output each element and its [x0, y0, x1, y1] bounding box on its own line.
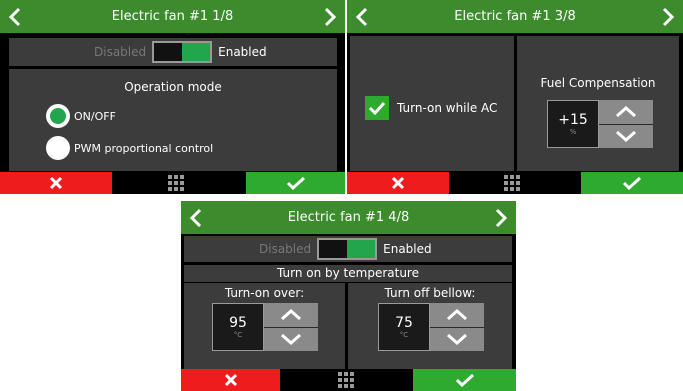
chevron-down-icon [281, 334, 301, 346]
radio-on-off[interactable]: ON/OFF [46, 104, 116, 128]
cancel-button[interactable] [347, 172, 449, 194]
cancel-button[interactable] [181, 369, 280, 391]
footer-bar [347, 172, 683, 194]
toggle-knob [182, 43, 211, 61]
confirm-button[interactable] [246, 172, 345, 194]
radio-button[interactable] [46, 104, 70, 128]
radio-label: PWM proportional control [74, 141, 214, 155]
page-title: Electric fan #1 3/8 [454, 9, 576, 24]
turn-on-stepper: 95 °C [212, 303, 318, 351]
chevron-up-icon [616, 105, 636, 117]
close-icon [224, 373, 237, 387]
grid-menu-icon[interactable] [168, 175, 186, 191]
radio-button[interactable] [46, 136, 70, 160]
chevron-up-icon [447, 308, 467, 320]
checkmark-icon [368, 101, 386, 115]
increment-button[interactable] [264, 303, 318, 328]
radio-selected-dot [50, 108, 66, 124]
fuel-compensation-value: +15 % [547, 100, 599, 148]
turn-on-while-ac-row[interactable]: Turn-on while AC [365, 96, 497, 120]
cancel-button[interactable] [0, 172, 112, 194]
operation-mode-panel: Operation mode ON/OFF PWM proportional c… [9, 69, 337, 171]
stepper-arrows [599, 100, 653, 148]
screen-temperature: Electric fan #1 4/8 Disabled Enabled Tur… [181, 201, 516, 391]
enable-toggle-row: Disabled Enabled [259, 238, 432, 260]
confirm-button[interactable] [581, 172, 683, 194]
grid-menu-icon[interactable] [504, 175, 522, 191]
chevron-right-icon[interactable] [661, 7, 675, 27]
turn-off-label: Turn off bellow: [384, 286, 476, 300]
section-title: Operation mode [124, 80, 222, 94]
enable-toggle[interactable] [152, 41, 213, 63]
enable-panel: Disabled Enabled [184, 236, 512, 262]
decrement-button[interactable] [264, 327, 318, 351]
chevron-right-icon[interactable] [323, 7, 337, 27]
turn-on-label: Turn-on over: [224, 286, 305, 300]
turn-off-stepper: 75 °C [378, 303, 484, 351]
chevron-right-icon[interactable] [494, 208, 508, 228]
chevron-left-icon[interactable] [355, 7, 369, 27]
header: Electric fan #1 1/8 [0, 0, 345, 33]
header: Electric fan #1 4/8 [181, 201, 516, 234]
checkmark-icon [455, 373, 474, 387]
footer-bar [181, 369, 516, 391]
chevron-down-icon [447, 334, 467, 346]
fuel-compensation-stepper: +15 % [547, 100, 653, 148]
screen-operation-mode: Electric fan #1 1/8 Disabled Enabled Ope… [0, 0, 345, 194]
grid-menu-icon[interactable] [338, 372, 356, 388]
decrement-button[interactable] [599, 124, 653, 148]
disabled-label: Disabled [259, 242, 312, 256]
stepper-arrows [264, 303, 318, 351]
disabled-label: Disabled [94, 45, 147, 59]
page-title: Electric fan #1 1/8 [111, 9, 234, 24]
ac-panel: Turn-on while AC [350, 36, 514, 171]
toggle-knob [347, 240, 376, 258]
turn-off-panel: Turn off bellow: 75 °C [348, 283, 512, 369]
enabled-label: Enabled [383, 242, 432, 256]
close-icon [49, 176, 63, 190]
confirm-button[interactable] [413, 369, 516, 391]
checkmark-icon [286, 176, 305, 190]
turn-off-value: 75 °C [378, 303, 430, 351]
decrement-button[interactable] [430, 327, 484, 351]
increment-button[interactable] [599, 100, 653, 125]
radio-label: ON/OFF [74, 109, 116, 123]
chevron-down-icon [616, 131, 636, 143]
radio-pwm[interactable]: PWM proportional control [46, 136, 213, 160]
chevron-up-icon [281, 308, 301, 320]
close-icon [391, 176, 405, 190]
increment-button[interactable] [430, 303, 484, 328]
enable-toggle[interactable] [317, 238, 378, 260]
checkbox-label: Turn-on while AC [397, 101, 498, 115]
chevron-left-icon[interactable] [8, 7, 22, 27]
fuel-compensation-panel: Fuel Compensation +15 % [517, 36, 679, 171]
fuel-compensation-label: Fuel Compensation [540, 76, 656, 90]
header: Electric fan #1 3/8 [347, 0, 683, 33]
turn-on-panel: Turn-on over: 95 °C [184, 283, 345, 369]
enable-toggle-row: Disabled Enabled [94, 41, 267, 63]
screen-ac-compensation: Electric fan #1 3/8 Turn-on while AC Fue… [347, 0, 683, 194]
enable-panel: Disabled Enabled [9, 38, 337, 66]
enabled-label: Enabled [218, 45, 267, 59]
turn-on-value: 95 °C [212, 303, 264, 351]
chevron-left-icon[interactable] [189, 208, 203, 228]
footer-bar [0, 172, 345, 194]
temperature-title-panel: Turn on by temperature [184, 265, 512, 282]
ac-checkbox[interactable] [365, 96, 389, 120]
checkmark-icon [622, 176, 642, 190]
section-title: Turn on by temperature [277, 266, 419, 280]
stepper-arrows [430, 303, 484, 351]
page-title: Electric fan #1 4/8 [287, 210, 410, 225]
